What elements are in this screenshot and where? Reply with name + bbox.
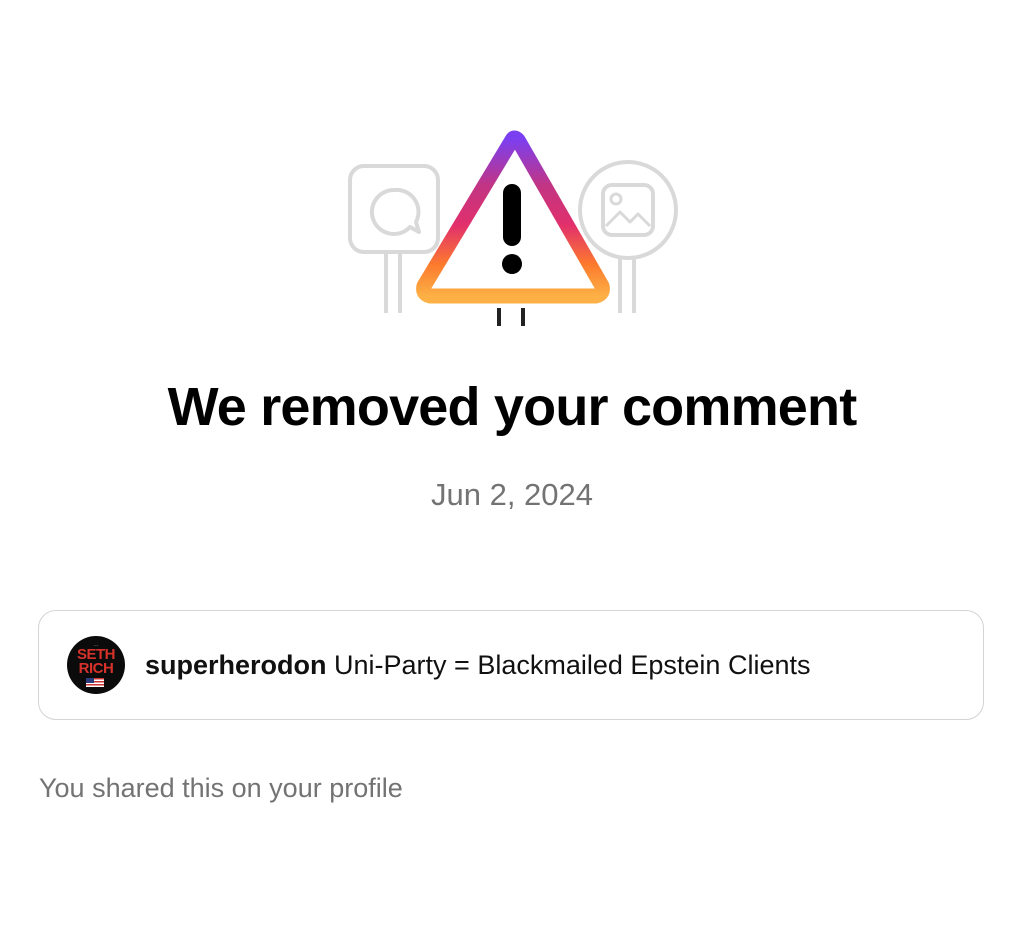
removed-content-illustration <box>348 130 678 326</box>
avatar-text-bottom: RICH <box>78 660 114 677</box>
avatar[interactable]: ··· SETH RICH <box>67 636 125 694</box>
removed-comment-card[interactable]: ··· SETH RICH superherodon Uni-Party = B… <box>38 610 984 720</box>
shared-on-profile-note: You shared this on your profile <box>39 773 403 803</box>
removal-date: Jun 2, 2024 <box>430 477 594 512</box>
warning-triangle-icon <box>416 130 610 326</box>
comment-username[interactable]: superherodon <box>145 650 327 680</box>
comment-body: Uni-Party = Blackmailed Epstein Clients <box>334 649 811 680</box>
comment-content: superherodon Uni-Party = Blackmailed Eps… <box>145 650 810 681</box>
removed-comment-page: We removed your comment Jun 2, 2024 ··· … <box>0 0 1024 941</box>
flag-icon <box>86 678 104 687</box>
page-title: We removed your comment <box>167 377 858 437</box>
